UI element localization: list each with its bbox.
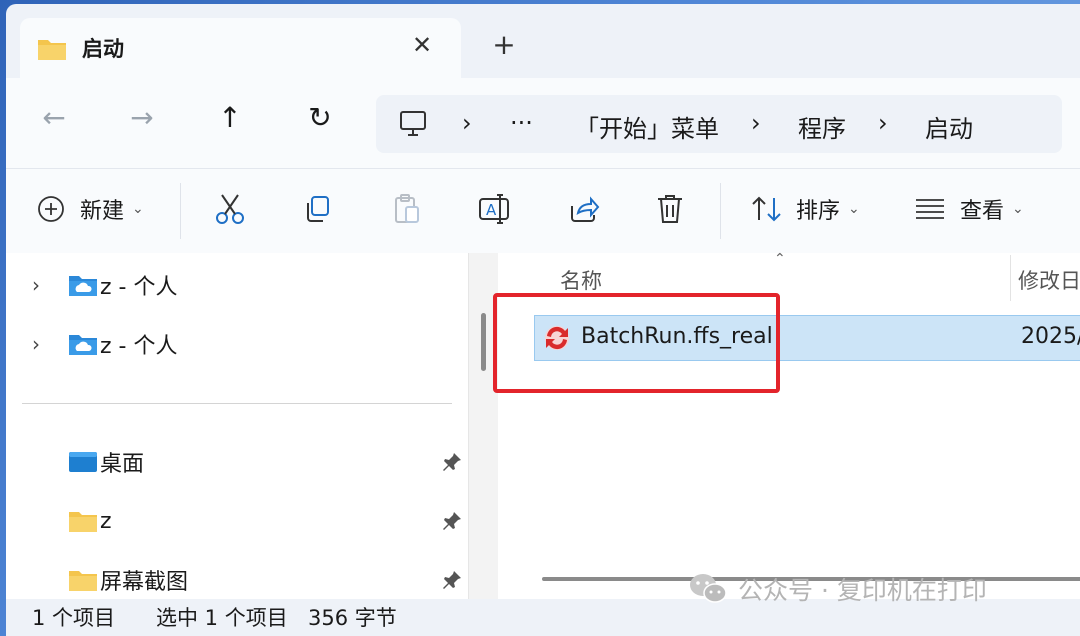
folder-icon — [69, 512, 97, 532]
copy-button[interactable] — [302, 187, 332, 231]
folder-icon — [69, 571, 97, 591]
new-button[interactable]: 新建 ⌄ — [36, 187, 144, 231]
view-list-icon — [916, 199, 944, 219]
up-button[interactable]: ↑ — [208, 96, 252, 140]
rename-button[interactable]: A — [478, 187, 512, 231]
new-tab-button[interactable]: + — [488, 29, 520, 61]
chevron-down-icon: ⌄ — [132, 201, 144, 217]
delete-button[interactable] — [656, 187, 684, 231]
scissors-icon — [216, 194, 244, 224]
sidebar-item-label: z — [100, 508, 112, 534]
watermark: 公众号 · 复印机在打印 — [688, 571, 987, 607]
wechat-icon — [690, 574, 727, 603]
sidebar-item-onedrive-personal[interactable]: › z - 个人 — [6, 265, 468, 305]
sidebar-item-label: 桌面 — [100, 452, 145, 477]
share-button[interactable] — [568, 187, 600, 231]
breadcrumb-separator: › — [462, 109, 472, 137]
paste-icon — [395, 194, 419, 223]
sidebar-item-label: z - 个人 — [100, 334, 178, 359]
rename-icon: A — [479, 194, 509, 224]
breadcrumb-startup[interactable]: 启动 — [925, 109, 973, 144]
breadcrumb-separator: › — [751, 109, 761, 137]
file-modified-date: 2025/ — [1021, 324, 1080, 349]
back-button[interactable]: ← — [32, 96, 76, 140]
explorer-window: 启动 ✕ + ← → ↑ ↻ › ··· 「开始」菜单 › 程序 › 启动 新建… — [6, 4, 1080, 636]
breadcrumb-overflow[interactable]: ··· — [510, 109, 533, 137]
divider — [22, 403, 452, 404]
forward-button[interactable]: → — [120, 96, 164, 140]
item-count: 1 个项目 — [32, 606, 116, 630]
tab-title: 启动 — [82, 37, 124, 61]
close-icon[interactable]: ✕ — [406, 29, 438, 61]
desktop-folder-icon — [69, 452, 97, 472]
selection-size: 356 字节 — [308, 606, 397, 630]
paste-button[interactable] — [392, 187, 422, 231]
computer-icon — [400, 111, 426, 136]
sidebar-item-z[interactable]: z — [6, 501, 468, 541]
chevron-right-icon[interactable]: › — [32, 332, 40, 356]
sort-label: 排序 — [796, 199, 841, 224]
chevron-right-icon[interactable]: › — [32, 273, 40, 297]
sidebar-item-screenshots[interactable]: 屏幕截图 — [6, 560, 468, 600]
pin-icon[interactable] — [442, 452, 462, 472]
highlight-annotation — [493, 293, 780, 393]
sidebar-item-desktop[interactable]: 桌面 — [6, 442, 468, 482]
onedrive-folder-icon — [69, 335, 97, 355]
divider — [180, 183, 181, 239]
command-bar: 新建 ⌄ A 排序 ⌄ 查看 ⌄ — [6, 168, 1080, 254]
address-bar[interactable]: › ··· 「开始」菜单 › 程序 › 启动 — [376, 95, 1062, 153]
trash-icon — [658, 195, 682, 223]
tab-start[interactable]: 启动 ✕ — [20, 18, 461, 78]
watermark-text: 公众号 · 复印机在打印 — [738, 576, 987, 605]
pin-icon[interactable] — [442, 570, 462, 590]
sidebar-item-label: 屏幕截图 — [100, 570, 189, 595]
view-label: 查看 — [960, 199, 1005, 224]
breadcrumb-start-menu[interactable]: 「开始」菜单 — [575, 109, 719, 144]
sort-icon — [752, 196, 781, 222]
pin-icon[interactable] — [442, 511, 462, 531]
chevron-down-icon: ⌄ — [848, 201, 860, 217]
breadcrumb-separator: › — [878, 109, 888, 137]
folder-icon — [38, 40, 66, 60]
navigation-pane: › z - 个人 › z - 个人 桌面 z 屏幕截图 — [6, 253, 468, 599]
scrollbar-thumb[interactable] — [481, 313, 486, 371]
column-divider[interactable] — [1010, 255, 1011, 301]
plus-circle-icon — [38, 196, 64, 222]
sidebar-item-onedrive-personal[interactable]: › z - 个人 — [6, 324, 468, 364]
new-label: 新建 — [80, 199, 125, 224]
navigation-bar: ← → ↑ ↻ › ··· 「开始」菜单 › 程序 › 启动 — [6, 78, 1080, 168]
column-header-name[interactable]: 名称 — [560, 265, 602, 295]
cut-button[interactable] — [214, 187, 246, 231]
breadcrumb-programs[interactable]: 程序 — [798, 109, 846, 144]
svg-text:A: A — [486, 201, 497, 219]
onedrive-folder-icon — [69, 276, 97, 296]
column-header-modified[interactable]: 修改日 — [1018, 265, 1080, 295]
selection-count: 选中 1 个项目 — [156, 606, 288, 630]
divider — [720, 183, 721, 239]
sidebar-item-label: z - 个人 — [100, 275, 178, 300]
sort-button[interactable]: 排序 ⌄ — [750, 187, 860, 231]
sort-ascending-icon: ⌃ — [774, 251, 786, 267]
copy-icon — [307, 196, 329, 222]
chevron-down-icon: ⌄ — [1012, 201, 1024, 217]
share-icon — [571, 196, 600, 222]
refresh-button[interactable]: ↻ — [298, 96, 342, 140]
view-button[interactable]: 查看 ⌄ — [914, 187, 1024, 231]
file-list: ⌃ 名称 修改日 BatchRun.ffs_real 2025/ — [493, 251, 1080, 599]
